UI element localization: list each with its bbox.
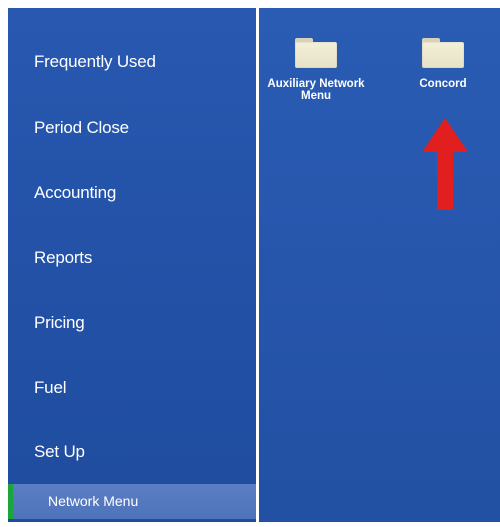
tile-label: Concord: [419, 78, 467, 90]
sidebar-item-period-close[interactable]: Period Close: [34, 118, 129, 138]
sidebar-item-fuel[interactable]: Fuel: [34, 378, 66, 398]
tile-auxiliary-network-menu[interactable]: Auxiliary Network Menu: [266, 38, 366, 102]
app-screen: Frequently Used Period Close Accounting …: [0, 0, 500, 527]
sidebar-item-accounting[interactable]: Accounting: [34, 183, 116, 203]
sidebar: Frequently Used Period Close Accounting …: [8, 8, 256, 522]
tile-concord[interactable]: Concord: [393, 38, 493, 90]
folder-icon: [295, 38, 337, 68]
sidebar-item-set-up[interactable]: Set Up: [34, 442, 85, 462]
tile-label: Auxiliary Network Menu: [267, 78, 365, 102]
sidebar-subitem-network-menu[interactable]: Network Menu: [8, 484, 256, 519]
sidebar-item-reports[interactable]: Reports: [34, 248, 92, 268]
sidebar-item-frequently-used[interactable]: Frequently Used: [34, 52, 156, 72]
folder-icon: [422, 38, 464, 68]
sidebar-item-pricing[interactable]: Pricing: [34, 313, 85, 333]
red-arrow-icon: [422, 118, 468, 210]
